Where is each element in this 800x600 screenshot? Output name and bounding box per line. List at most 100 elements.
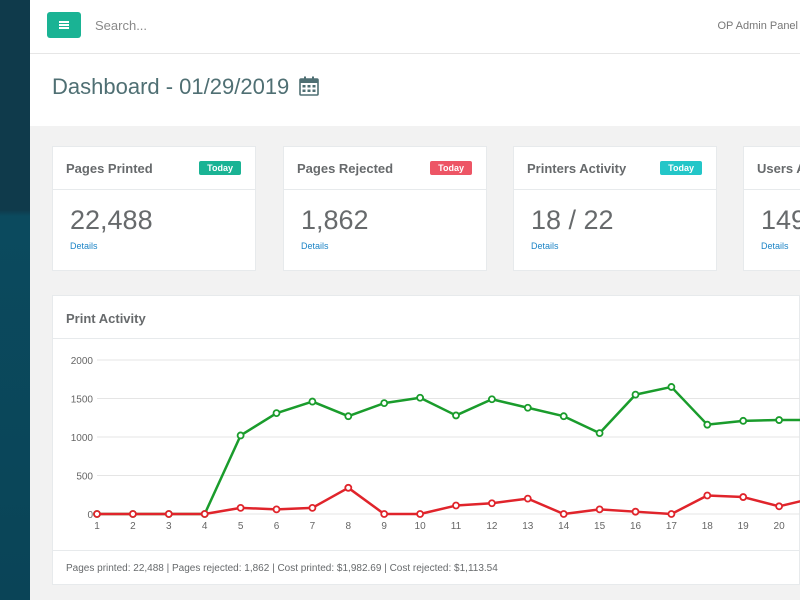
card-header: Pages Rejected Today [284,147,486,190]
data-point-printed [631,390,640,399]
data-point-printed [308,397,317,406]
search-input[interactable] [95,18,295,33]
data-point-printed [344,412,353,421]
data-point-rejected [775,502,783,511]
card-value: 149 [761,205,800,235]
data-point-rejected [308,503,317,512]
y-tick-label: 2000 [71,356,94,367]
data-point-rejected [344,483,353,492]
data-point-printed [452,411,460,420]
menu-toggle-button[interactable] [47,12,81,38]
x-tick-label: 6 [274,521,280,530]
data-point-rejected [129,510,137,518]
data-point-printed [487,395,496,404]
x-tick-label: 4 [202,521,208,530]
details-link[interactable]: Details [531,241,559,251]
page-header: Dashboard - 01/29/2019 [30,54,800,126]
brand-label: OP Admin Panel [717,20,798,32]
y-tick-label: 1000 [71,433,94,444]
x-tick-label: 1 [94,521,100,530]
x-tick-label: 12 [486,521,498,530]
x-tick-label: 2 [130,521,136,530]
data-point-rejected [667,510,676,518]
card-pages-printed: Pages Printed Today 22,488 Details [52,146,256,271]
x-tick-label: 17 [666,521,678,530]
data-point-rejected [595,505,604,514]
data-point-rejected [272,505,281,514]
panel-title: Print Activity [66,311,146,326]
hamburger-icon [59,21,69,29]
y-tick-label: 1500 [71,395,94,406]
data-point-printed [739,416,748,425]
details-link[interactable]: Details [761,241,789,251]
card-pages-rejected: Pages Rejected Today 1,862 Details [283,146,487,271]
y-tick-label: 500 [76,472,93,483]
card-title: Users A [757,161,800,176]
x-tick-label: 7 [310,521,316,530]
data-point-rejected [703,491,712,500]
card-title: Pages Printed [66,161,153,176]
data-point-printed [667,383,676,391]
data-point-printed [380,399,389,408]
x-tick-label: 3 [166,521,172,530]
x-tick-label: 10 [415,521,427,530]
card-printers-activity: Printers Activity Today 18 / 22 Details [513,146,717,271]
data-point-rejected [164,510,173,518]
card-value: 1,862 [301,205,369,235]
page-title: Dashboard - 01/29/2019 [52,74,320,100]
data-point-rejected [452,501,460,510]
data-point-printed [272,409,281,418]
data-point-rejected [200,510,209,518]
x-tick-label: 9 [381,521,387,530]
x-tick-label: 8 [346,521,352,530]
x-tick-label: 16 [630,521,642,530]
panel-header: Print Activity [53,296,799,339]
series-line-rejected [97,486,800,516]
panel-footer: Pages printed: 22,488 | Pages rejected: … [53,550,799,586]
data-point-printed [703,420,712,429]
data-point-printed [595,429,604,438]
card-users-activity: Users A 149 Details [743,146,800,271]
card-value: 18 / 22 [531,205,614,235]
data-point-rejected [631,507,640,516]
print-activity-chart: 05001000150020001 2 3 4 5 6 7 8 9 10 11 12 13 14 15 16 1… [71,356,800,530]
x-tick-label: 13 [522,521,534,530]
today-badge: Today [199,161,241,175]
data-point-rejected [416,510,425,518]
details-link[interactable]: Details [70,241,98,251]
data-point-printed [559,412,568,421]
data-point-rejected [739,493,748,501]
y-tick-label: 0 [87,510,93,521]
data-point-rejected [559,510,568,518]
data-point-rejected [380,510,389,518]
x-tick-label: 20 [774,521,786,530]
data-point-printed [236,431,245,440]
x-tick-label: 14 [558,521,570,530]
page-title-text: Dashboard - 01/29/2019 [52,74,290,99]
series-line-printed [97,385,800,516]
data-point-rejected [93,510,101,518]
x-tick-label: 11 [451,521,462,530]
data-point-rejected [523,494,532,503]
x-tick-label: 19 [738,521,750,530]
card-title: Pages Rejected [297,161,394,176]
print-activity-panel: Print Activity 0 500 1000 1500 2000 1 2 3 4 5 6 7 8 9… [52,295,800,585]
summary-text: Pages printed: 22,488 | Pages rejected: … [66,563,498,574]
data-point-printed [416,393,425,402]
data-point-printed [775,416,783,424]
details-link[interactable]: Details [301,241,329,251]
data-point-rejected [487,499,496,508]
x-tick-label: 18 [702,521,714,530]
calendar-icon [299,76,320,96]
x-tick-label: 5 [238,521,244,530]
today-badge: Today [660,161,702,175]
data-point-printed [523,403,532,412]
sidebar [0,0,30,600]
today-badge: Today [430,161,472,175]
top-navbar: OP Admin Panel [30,0,800,54]
card-header: Pages Printed Today [53,147,255,190]
card-value: 22,488 [70,205,153,235]
x-tick-label: 15 [594,521,606,530]
card-header: Printers Activity Today [514,147,716,190]
data-point-rejected [236,503,245,512]
